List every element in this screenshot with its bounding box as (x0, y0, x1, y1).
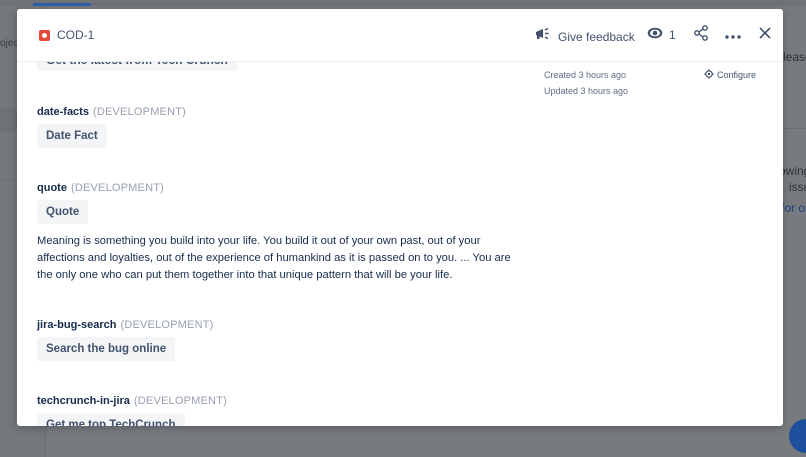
issue-key-text: COD-1 (57, 28, 95, 42)
field-env-tag: (DEVELOPMENT) (133, 395, 227, 407)
background-sidebar-row (0, 108, 17, 132)
quote-button[interactable]: Quote (37, 200, 89, 224)
close-icon (758, 26, 772, 45)
background-text-lease: lease (783, 50, 806, 64)
field-name: quote (37, 182, 67, 194)
field-label-quote: quote (DEVELOPMENT) (37, 182, 164, 194)
issue-modal: Get the latest from Tech Crunch COD-1 Gi… (17, 9, 783, 426)
gear-icon (704, 69, 714, 81)
give-feedback-button[interactable]: Give feedback (534, 26, 635, 47)
megaphone-icon (534, 26, 550, 47)
field-name: techcrunch-in-jira (37, 395, 130, 407)
field-label-date-facts: date-facts (DEVELOPMENT) (37, 106, 186, 118)
field-env-tag: (DEVELOPMENT) (92, 106, 187, 118)
created-timestamp: Created 3 hours ago (544, 70, 627, 80)
date-fact-button[interactable]: Date Fact (37, 124, 107, 148)
field-env-tag: (DEVELOPMENT) (70, 182, 165, 194)
background-projects-text: ojec (0, 38, 19, 49)
issue-key-link[interactable]: COD-1 (39, 28, 94, 42)
modal-header: COD-1 Give feedback 1 (17, 9, 783, 62)
give-feedback-label: Give feedback (558, 29, 635, 44)
field-name: date-facts (37, 106, 89, 118)
background-divider (0, 180, 17, 181)
background-topbar (0, 0, 806, 6)
configure-label: Configure (717, 70, 757, 80)
background-fab-button (789, 419, 806, 453)
more-actions-button[interactable] (721, 23, 745, 47)
configure-link[interactable]: Configure (704, 69, 756, 81)
field-label-techcrunch-in-jira: techcrunch-in-jira (DEVELOPMENT) (37, 395, 227, 407)
watch-button[interactable]: 1 (647, 26, 676, 44)
share-icon (693, 24, 709, 46)
search-bug-online-button[interactable]: Search the bug online (37, 337, 176, 361)
more-horizontal-icon (725, 26, 741, 44)
quote-text: Meaning is something you build into your… (37, 235, 511, 281)
close-button[interactable] (753, 23, 777, 47)
bug-icon (39, 29, 50, 41)
background-divider-right (783, 128, 806, 129)
field-env-tag: (DEVELOPMENT) (120, 319, 214, 331)
share-button[interactable] (689, 23, 713, 47)
eye-icon (647, 26, 663, 44)
field-label-jira-bug-search: jira-bug-search (DEVELOPMENT) (37, 319, 214, 331)
background-text-owing: owing (779, 164, 806, 178)
watch-count: 1 (669, 28, 676, 42)
get-top-techcrunch-button[interactable]: Get me top TechCrunch (37, 413, 185, 426)
field-name: jira-bug-search (37, 319, 117, 331)
background-text-issu: issu (789, 180, 806, 194)
updated-timestamp: Updated 3 hours ago (544, 86, 629, 96)
